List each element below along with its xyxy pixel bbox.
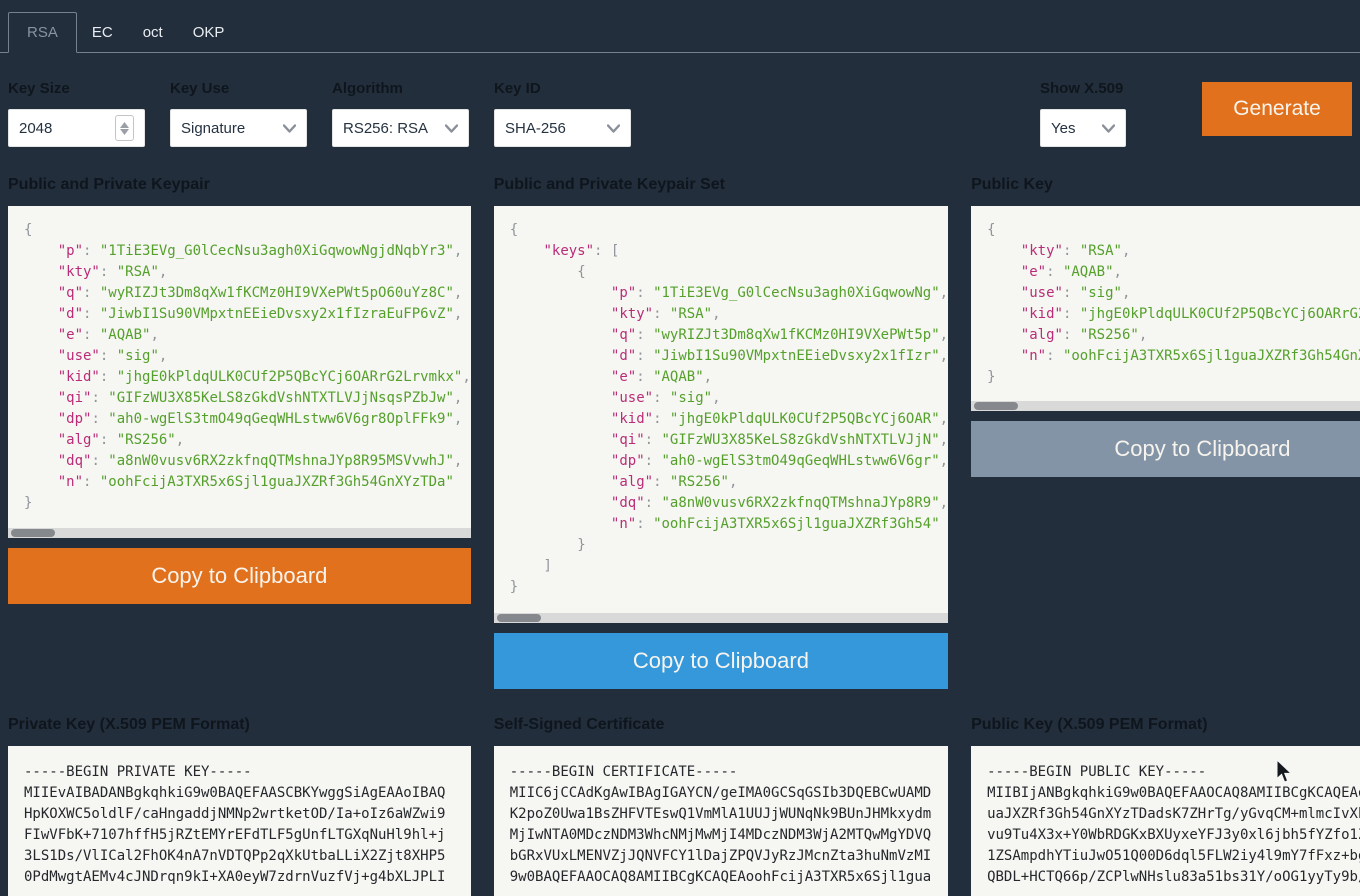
algorithm-label: Algorithm (332, 81, 469, 96)
key-size-group: Key Size (8, 81, 145, 147)
tab-oct[interactable]: oct (128, 13, 178, 52)
keypair-set-title: Public and Private Keypair Set (494, 177, 948, 193)
public-pem-output[interactable]: -----BEGIN PUBLIC KEY-----MIIBIjANBgkqhk… (971, 746, 1360, 896)
chevron-down-icon (283, 124, 296, 133)
chevron-down-icon (1102, 124, 1115, 133)
key-size-field (8, 109, 145, 147)
copy-public-key-button[interactable]: Copy to Clipboard (971, 421, 1360, 477)
column-keypair-set: Public and Private Keypair Set { "keys":… (494, 177, 948, 896)
chevron-down-icon (445, 124, 458, 133)
key-id-value: SHA-256 (505, 120, 566, 137)
key-use-select[interactable]: Signature (170, 109, 307, 147)
algorithm-value: RS256: RSA (343, 120, 428, 137)
key-type-tabbar: RSA EC oct OKP (0, 0, 1360, 53)
horizontal-scrollbar[interactable] (494, 613, 948, 623)
private-pem-title: Private Key (X.509 PEM Format) (8, 717, 471, 733)
algorithm-select[interactable]: RS256: RSA (332, 109, 469, 147)
keypair-json-output[interactable]: { "p": "1TiE3EVg_G0lCecNsu3agh0XiGqwowNg… (8, 206, 471, 538)
public-key-json-output[interactable]: { "kty": "RSA", "e": "AQAB", "use": "sig… (971, 206, 1360, 411)
key-id-label: Key ID (494, 81, 631, 96)
public-pem-title: Public Key (X.509 PEM Format) (971, 717, 1360, 733)
keypair-title: Public and Private Keypair (8, 177, 471, 193)
key-use-value: Signature (181, 120, 245, 137)
scrollbar-thumb[interactable] (11, 529, 55, 537)
keypair-set-json-output[interactable]: { "keys": [ { "p": "1TiE3EVg_G0lCecNsu3a… (494, 206, 948, 623)
private-pem-output[interactable]: -----BEGIN PRIVATE KEY-----MIIEvAIBADANB… (8, 746, 471, 896)
show-x509-group: Show X.509 Yes (1040, 81, 1126, 147)
generate-button[interactable]: Generate (1202, 82, 1352, 136)
scrollbar-thumb[interactable] (497, 614, 541, 622)
key-size-label: Key Size (8, 81, 145, 96)
column-public-key: Public Key { "kty": "RSA", "e": "AQAB", … (971, 177, 1360, 896)
generator-form: Key Size Key Use Signature Algorithm RS2… (8, 81, 1352, 147)
algorithm-group: Algorithm RS256: RSA (332, 81, 469, 147)
chevron-down-icon (607, 124, 620, 133)
certificate-title: Self-Signed Certificate (494, 717, 948, 733)
tab-rsa[interactable]: RSA (8, 12, 77, 53)
tab-okp[interactable]: OKP (178, 13, 240, 52)
public-key-title: Public Key (971, 177, 1360, 193)
show-x509-value: Yes (1051, 120, 1075, 137)
key-id-group: Key ID SHA-256 (494, 81, 631, 147)
key-id-select[interactable]: SHA-256 (494, 109, 631, 147)
copy-keypair-button[interactable]: Copy to Clipboard (8, 548, 471, 604)
horizontal-scrollbar[interactable] (971, 401, 1360, 411)
column-keypair: Public and Private Keypair { "p": "1TiE3… (8, 177, 471, 896)
horizontal-scrollbar[interactable] (8, 528, 471, 538)
key-size-input[interactable] (19, 110, 115, 146)
certificate-output[interactable]: -----BEGIN CERTIFICATE-----MIIC6jCCAdKgA… (494, 746, 948, 896)
number-spinner-icon[interactable] (115, 115, 134, 141)
tab-ec[interactable]: EC (77, 13, 128, 52)
key-use-group: Key Use Signature (170, 81, 307, 147)
results-grid: Public and Private Keypair { "p": "1TiE3… (8, 177, 1352, 896)
show-x509-select[interactable]: Yes (1040, 109, 1126, 147)
show-x509-label: Show X.509 (1040, 81, 1126, 96)
scrollbar-thumb[interactable] (974, 402, 1018, 410)
copy-keypair-set-button[interactable]: Copy to Clipboard (494, 633, 948, 689)
key-use-label: Key Use (170, 81, 307, 96)
